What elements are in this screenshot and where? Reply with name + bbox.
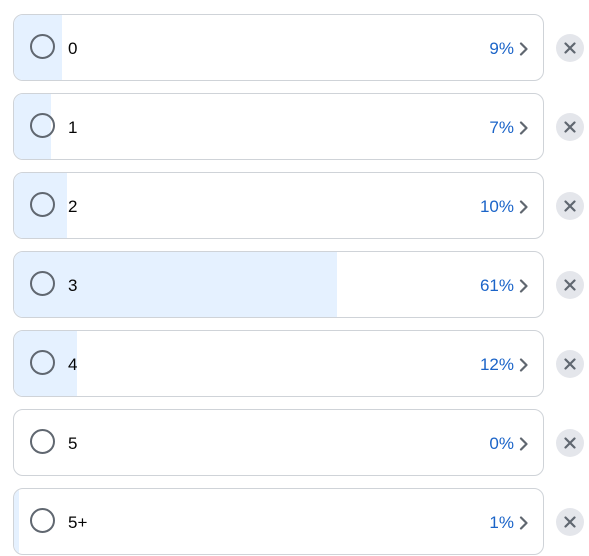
radio-circle-icon[interactable] [30,429,55,454]
remove-option-button[interactable] [556,429,584,457]
option-label: 4 [68,355,78,374]
close-icon [564,358,576,370]
poll-option-2[interactable]: 2 10% [13,172,544,239]
poll-option-row: 5 0% [13,409,589,478]
chevron-right-icon[interactable] [519,121,529,135]
close-icon [564,200,576,212]
remove-option-button[interactable] [556,508,584,536]
close-icon [564,42,576,54]
radio-circle-icon[interactable] [30,508,55,533]
poll-results: 0 9% 1 7% 2 10% 3 61% 4 12% 5 0% 5+ 1% [0,0,589,556]
option-percent: 1% [489,513,514,532]
chevron-right-icon[interactable] [519,279,529,293]
chevron-right-icon[interactable] [519,358,529,372]
poll-option-row: 2 10% [13,172,589,241]
poll-option-row: 4 12% [13,330,589,399]
option-label: 3 [68,276,78,295]
poll-option-5[interactable]: 5 0% [13,409,544,476]
poll-option-6[interactable]: 5+ 1% [13,488,544,555]
option-percent: 12% [479,355,514,374]
option-label: 1 [68,118,78,137]
chevron-right-icon[interactable] [519,437,529,451]
close-icon [564,516,576,528]
poll-option-row: 5+ 1% [13,488,589,556]
poll-option-row: 3 61% [13,251,589,320]
poll-option-1[interactable]: 1 7% [13,93,544,160]
radio-circle-icon[interactable] [30,192,55,217]
close-icon [564,279,576,291]
option-percent: 7% [489,118,514,137]
radio-circle-icon[interactable] [30,350,55,375]
option-percent: 10% [479,197,514,216]
option-label: 2 [68,197,78,216]
radio-circle-icon[interactable] [30,271,55,296]
chevron-right-icon[interactable] [519,42,529,56]
remove-option-button[interactable] [556,350,584,378]
option-label: 5+ [68,513,88,532]
vote-share-bar [14,252,337,317]
poll-option-3[interactable]: 3 61% [13,251,544,318]
option-percent: 61% [479,276,514,295]
option-percent: 9% [489,39,514,58]
option-percent: 0% [489,434,514,453]
remove-option-button[interactable] [556,271,584,299]
radio-circle-icon[interactable] [30,34,55,59]
option-label: 5 [68,434,78,453]
remove-option-button[interactable] [556,192,584,220]
vote-share-bar [14,489,20,554]
chevron-right-icon[interactable] [519,200,529,214]
poll-option-row: 0 9% [13,14,589,83]
remove-option-button[interactable] [556,34,584,62]
poll-option-4[interactable]: 4 12% [13,330,544,397]
option-label: 0 [68,39,78,58]
remove-option-button[interactable] [556,113,584,141]
poll-option-row: 1 7% [13,93,589,162]
poll-option-0[interactable]: 0 9% [13,14,544,81]
chevron-right-icon[interactable] [519,516,529,530]
close-icon [564,437,576,449]
close-icon [564,121,576,133]
radio-circle-icon[interactable] [30,113,55,138]
